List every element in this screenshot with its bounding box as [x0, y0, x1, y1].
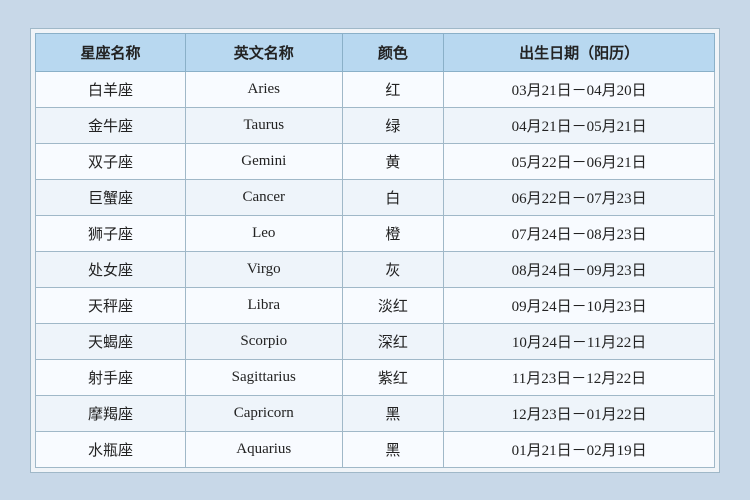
- cell-english-name: Cancer: [185, 179, 342, 215]
- header-chinese-name: 星座名称: [36, 33, 186, 71]
- cell-date: 10月24日－11月22日: [444, 323, 715, 359]
- cell-chinese-name: 天秤座: [36, 287, 186, 323]
- table-row: 处女座Virgo灰08月24日－09月23日: [36, 251, 715, 287]
- cell-english-name: Aries: [185, 71, 342, 107]
- cell-date: 04月21日－05月21日: [444, 107, 715, 143]
- table-row: 白羊座Aries红03月21日－04月20日: [36, 71, 715, 107]
- cell-english-name: Scorpio: [185, 323, 342, 359]
- cell-color: 深红: [342, 323, 444, 359]
- cell-date: 08月24日－09月23日: [444, 251, 715, 287]
- cell-color: 红: [342, 71, 444, 107]
- cell-english-name: Taurus: [185, 107, 342, 143]
- cell-chinese-name: 摩羯座: [36, 395, 186, 431]
- cell-english-name: Aquarius: [185, 431, 342, 467]
- table-row: 射手座Sagittarius紫红11月23日－12月22日: [36, 359, 715, 395]
- cell-date: 05月22日－06月21日: [444, 143, 715, 179]
- table-row: 双子座Gemini黄05月22日－06月21日: [36, 143, 715, 179]
- table-body: 白羊座Aries红03月21日－04月20日金牛座Taurus绿04月21日－0…: [36, 71, 715, 467]
- table-row: 狮子座Leo橙07月24日－08月23日: [36, 215, 715, 251]
- cell-chinese-name: 巨蟹座: [36, 179, 186, 215]
- cell-color: 黑: [342, 431, 444, 467]
- cell-color: 白: [342, 179, 444, 215]
- cell-chinese-name: 狮子座: [36, 215, 186, 251]
- cell-chinese-name: 射手座: [36, 359, 186, 395]
- cell-color: 绿: [342, 107, 444, 143]
- cell-color: 淡红: [342, 287, 444, 323]
- header-date: 出生日期（阳历）: [444, 33, 715, 71]
- cell-english-name: Leo: [185, 215, 342, 251]
- cell-english-name: Gemini: [185, 143, 342, 179]
- table-row: 天秤座Libra淡红09月24日－10月23日: [36, 287, 715, 323]
- cell-date: 12月23日－01月22日: [444, 395, 715, 431]
- table-header-row: 星座名称 英文名称 颜色 出生日期（阳历）: [36, 33, 715, 71]
- table-row: 水瓶座Aquarius黑01月21日－02月19日: [36, 431, 715, 467]
- cell-chinese-name: 天蝎座: [36, 323, 186, 359]
- cell-chinese-name: 水瓶座: [36, 431, 186, 467]
- cell-date: 11月23日－12月22日: [444, 359, 715, 395]
- cell-color: 紫红: [342, 359, 444, 395]
- zodiac-table-container: 星座名称 英文名称 颜色 出生日期（阳历） 白羊座Aries红03月21日－04…: [30, 28, 720, 473]
- table-row: 金牛座Taurus绿04月21日－05月21日: [36, 107, 715, 143]
- cell-chinese-name: 双子座: [36, 143, 186, 179]
- cell-color: 黄: [342, 143, 444, 179]
- cell-chinese-name: 处女座: [36, 251, 186, 287]
- cell-color: 橙: [342, 215, 444, 251]
- cell-color: 灰: [342, 251, 444, 287]
- table-row: 天蝎座Scorpio深红10月24日－11月22日: [36, 323, 715, 359]
- header-english-name: 英文名称: [185, 33, 342, 71]
- cell-date: 09月24日－10月23日: [444, 287, 715, 323]
- cell-english-name: Virgo: [185, 251, 342, 287]
- zodiac-table: 星座名称 英文名称 颜色 出生日期（阳历） 白羊座Aries红03月21日－04…: [35, 33, 715, 468]
- cell-date: 01月21日－02月19日: [444, 431, 715, 467]
- cell-english-name: Libra: [185, 287, 342, 323]
- cell-color: 黑: [342, 395, 444, 431]
- cell-date: 03月21日－04月20日: [444, 71, 715, 107]
- cell-chinese-name: 金牛座: [36, 107, 186, 143]
- cell-english-name: Capricorn: [185, 395, 342, 431]
- table-row: 摩羯座Capricorn黑12月23日－01月22日: [36, 395, 715, 431]
- cell-date: 07月24日－08月23日: [444, 215, 715, 251]
- cell-chinese-name: 白羊座: [36, 71, 186, 107]
- cell-english-name: Sagittarius: [185, 359, 342, 395]
- cell-date: 06月22日－07月23日: [444, 179, 715, 215]
- table-row: 巨蟹座Cancer白06月22日－07月23日: [36, 179, 715, 215]
- header-color: 颜色: [342, 33, 444, 71]
